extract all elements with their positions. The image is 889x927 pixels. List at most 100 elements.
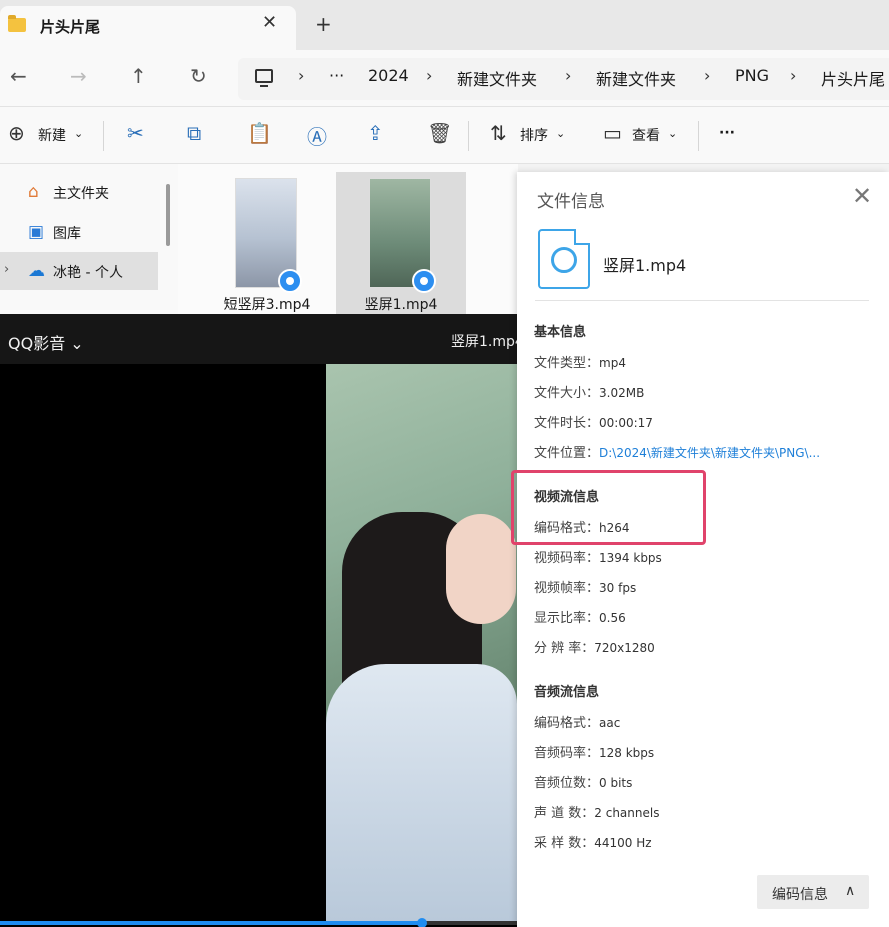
share-icon[interactable]: ⇪ xyxy=(367,121,384,145)
rename-icon[interactable]: Ⓐ xyxy=(307,121,327,150)
section-basic-header: 基本信息 xyxy=(534,325,587,340)
video-title: 竖屏1.mp4 xyxy=(451,334,524,350)
toolbar-divider xyxy=(468,121,469,151)
chevron-right-icon[interactable]: › xyxy=(790,66,796,85)
panel-title: 文件信息 xyxy=(537,192,605,212)
close-tab-icon[interactable]: ✕ xyxy=(262,12,277,33)
file-name: 短竖屏3.mp4 xyxy=(223,297,311,313)
breadcrumb-png[interactable]: PNG xyxy=(735,66,769,85)
close-icon[interactable]: ✕ xyxy=(852,182,872,210)
video-frame[interactable] xyxy=(326,364,517,921)
breadcrumb-overflow[interactable]: ··· xyxy=(329,66,344,85)
video-file-icon xyxy=(538,229,590,289)
info-row: 显示比率：0.56 xyxy=(534,607,626,626)
chevron-right-icon[interactable]: › xyxy=(298,66,304,85)
folder-icon xyxy=(8,15,26,32)
chevron-right-icon[interactable]: › xyxy=(4,262,9,277)
info-row: 文件位置：D:\2024\新建文件夹\新建文件夹\PNG\... xyxy=(534,442,820,461)
forward-arrow-icon[interactable]: → xyxy=(70,64,87,88)
breadcrumb-2024[interactable]: 2024 xyxy=(368,66,409,85)
sidebar-item-onedrive[interactable]: › ☁ 冰艳 - 个人 xyxy=(0,252,158,290)
info-value: h264 xyxy=(599,521,630,535)
chevron-right-icon[interactable]: › xyxy=(565,66,571,85)
info-value: 0.56 xyxy=(599,611,626,625)
info-filename: 竖屏1.mp4 xyxy=(603,256,687,275)
qq-player-icon xyxy=(278,269,302,293)
info-row: 文件类型：mp4 xyxy=(534,352,626,371)
info-key: 音频码率： xyxy=(534,746,600,761)
section-video-header: 视频流信息 xyxy=(534,490,600,505)
breadcrumb[interactable]: › ··· 2024 › 新建文件夹 › 新建文件夹 › PNG › 片头片尾 xyxy=(238,58,889,100)
gallery-icon: ▣ xyxy=(28,222,45,242)
refresh-icon[interactable]: ↻ xyxy=(190,64,207,88)
this-pc-icon[interactable] xyxy=(255,69,273,87)
info-key: 分 辨 率： xyxy=(534,641,595,656)
chevron-down-icon[interactable]: ⌄ xyxy=(556,127,565,140)
player-menu-button[interactable]: QQ影音 ⌄ xyxy=(8,330,84,354)
chevron-right-icon[interactable]: › xyxy=(704,66,710,85)
codec-info-label: 编码信息 xyxy=(772,887,828,903)
video-content-shape xyxy=(446,514,516,624)
file-info-panel: 文件信息 ✕ 竖屏1.mp4 基本信息 文件类型：mp4 文件大小：3.02MB… xyxy=(511,172,889,927)
info-row: 视频码率：1394 kbps xyxy=(534,547,662,566)
onedrive-cloud-icon: ☁ xyxy=(28,261,45,281)
info-value: 1394 kbps xyxy=(599,551,662,565)
new-button[interactable]: 新建 xyxy=(38,125,66,145)
home-icon: ⌂ xyxy=(28,182,39,202)
view-icon[interactable]: ▭ xyxy=(603,121,622,145)
info-value: 2 channels xyxy=(594,806,660,820)
breadcrumb-folder-2[interactable]: 新建文件夹 xyxy=(596,66,676,90)
sort-button[interactable]: 排序 xyxy=(520,125,548,145)
info-row: 音频位数：0 bits xyxy=(534,772,632,791)
info-value: 128 kbps xyxy=(599,746,655,760)
delete-icon[interactable]: 🗑 xyxy=(427,121,452,145)
codec-info-button[interactable]: 编码信息 ∧ xyxy=(757,875,869,909)
more-options-button[interactable]: ··· xyxy=(719,125,735,141)
sort-icon[interactable]: ⇅ xyxy=(490,121,507,145)
toolbar-divider xyxy=(698,121,699,151)
breadcrumb-current[interactable]: 片头片尾 xyxy=(821,66,885,90)
video-content-shape xyxy=(326,664,517,921)
info-key: 文件时长： xyxy=(534,416,600,431)
copy-icon[interactable]: ⧉ xyxy=(187,121,201,145)
toolbar-divider xyxy=(103,121,104,151)
sidebar-item-gallery[interactable]: ▣ 图库 xyxy=(0,213,158,251)
file-item-selected[interactable]: 竖屏1.mp4 xyxy=(336,172,466,314)
chevron-down-icon[interactable]: ⌄ xyxy=(668,127,677,140)
tab-title: 片头片尾 xyxy=(40,18,101,36)
film-reel-icon xyxy=(551,247,577,273)
info-value: 0 bits xyxy=(599,776,633,790)
tab-current[interactable]: 片头片尾 ✕ xyxy=(0,6,296,50)
info-key: 视频帧率： xyxy=(534,581,600,596)
sidebar-item-home[interactable]: ⌂ 主文件夹 xyxy=(0,173,158,211)
info-key: 音频位数： xyxy=(534,776,600,791)
progress-fill xyxy=(0,921,423,925)
new-plus-icon[interactable]: ⊕ xyxy=(8,121,25,145)
info-value: 3.02MB xyxy=(599,386,645,400)
info-key: 文件类型： xyxy=(534,356,600,371)
address-bar: ← → ↑ ↻ › ··· 2024 › 新建文件夹 › 新建文件夹 › PNG… xyxy=(0,50,889,106)
navigation-pane: ⌂ 主文件夹 ▣ 图库 › ☁ 冰艳 - 个人 xyxy=(0,164,178,314)
chevron-right-icon[interactable]: › xyxy=(426,66,432,85)
sidebar-scrollbar[interactable] xyxy=(166,184,170,246)
cut-icon[interactable]: ✂ xyxy=(127,121,144,145)
paste-icon[interactable]: 📋 xyxy=(247,121,272,145)
chevron-down-icon[interactable]: ⌄ xyxy=(74,127,83,140)
section-audio-header: 音频流信息 xyxy=(534,685,600,700)
qq-player-icon xyxy=(412,269,436,293)
file-item[interactable]: 短竖屏3.mp4 xyxy=(202,172,332,314)
sidebar-item-label: 主文件夹 xyxy=(53,186,109,202)
breadcrumb-folder-1[interactable]: 新建文件夹 xyxy=(457,66,537,90)
new-tab-button[interactable]: + xyxy=(315,12,332,36)
info-key: 文件大小： xyxy=(534,386,600,401)
info-row: 采 样 数：44100 Hz xyxy=(534,832,652,851)
view-button[interactable]: 查看 xyxy=(632,125,660,145)
player-brand: QQ影音 xyxy=(8,334,66,353)
info-row: 分 辨 率：720x1280 xyxy=(534,637,655,656)
up-arrow-icon[interactable]: ↑ xyxy=(130,64,147,88)
back-arrow-icon[interactable]: ← xyxy=(10,64,27,88)
file-location-link[interactable]: D:\2024\新建文件夹\新建文件夹\PNG\... xyxy=(599,446,820,460)
info-value: aac xyxy=(599,716,621,730)
progress-knob[interactable] xyxy=(417,918,428,927)
info-key: 显示比率： xyxy=(534,611,600,626)
